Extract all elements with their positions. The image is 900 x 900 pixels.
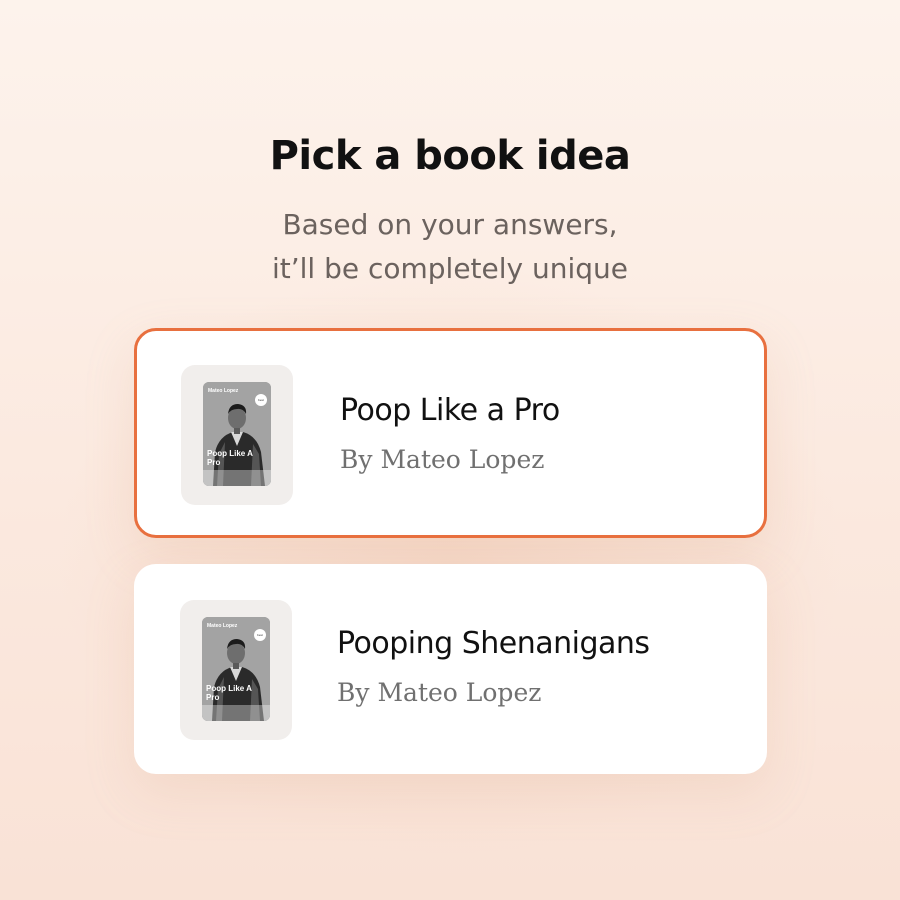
- book-option-card-pooping-shenanigans[interactable]: Mateo Lopez best seller Poop Like A Pro …: [134, 564, 767, 774]
- book-title: Poop Like a Pro: [340, 393, 560, 428]
- book-author: By Mateo Lopez: [337, 678, 542, 707]
- subtitle-line-2: it’ll be completely unique: [271, 252, 629, 285]
- book-cover-image: Mateo Lopez best seller Poop Like A Pro: [203, 382, 271, 486]
- cover-bottom-strip: [202, 705, 270, 721]
- cover-badge: best seller: [254, 629, 266, 641]
- cover-title-text: Poop Like A Pro: [206, 684, 252, 702]
- page-title: Pick a book idea: [269, 133, 631, 179]
- page-subtitle: Based on your answers, it’ll be complete…: [0, 203, 900, 291]
- book-cover-image: Mateo Lopez best seller Poop Like A Pro: [202, 617, 270, 721]
- book-title: Pooping Shenanigans: [337, 626, 650, 661]
- cover-bottom-strip: [203, 470, 271, 486]
- cover-badge: best seller: [255, 394, 267, 406]
- book-cover-frame: Mateo Lopez best seller Poop Like A Pro: [181, 365, 293, 505]
- book-cover-frame: Mateo Lopez best seller Poop Like A Pro: [180, 600, 292, 740]
- book-option-card-poop-like-a-pro[interactable]: Mateo Lopez best seller Poop Like A Pro …: [134, 328, 767, 538]
- cover-author-text: Mateo Lopez: [207, 623, 238, 629]
- book-author: By Mateo Lopez: [340, 445, 545, 474]
- cover-author-text: Mateo Lopez: [208, 388, 239, 394]
- cover-title-text: Poop Like A Pro: [207, 449, 253, 467]
- subtitle-line-1: Based on your answers,: [282, 208, 618, 241]
